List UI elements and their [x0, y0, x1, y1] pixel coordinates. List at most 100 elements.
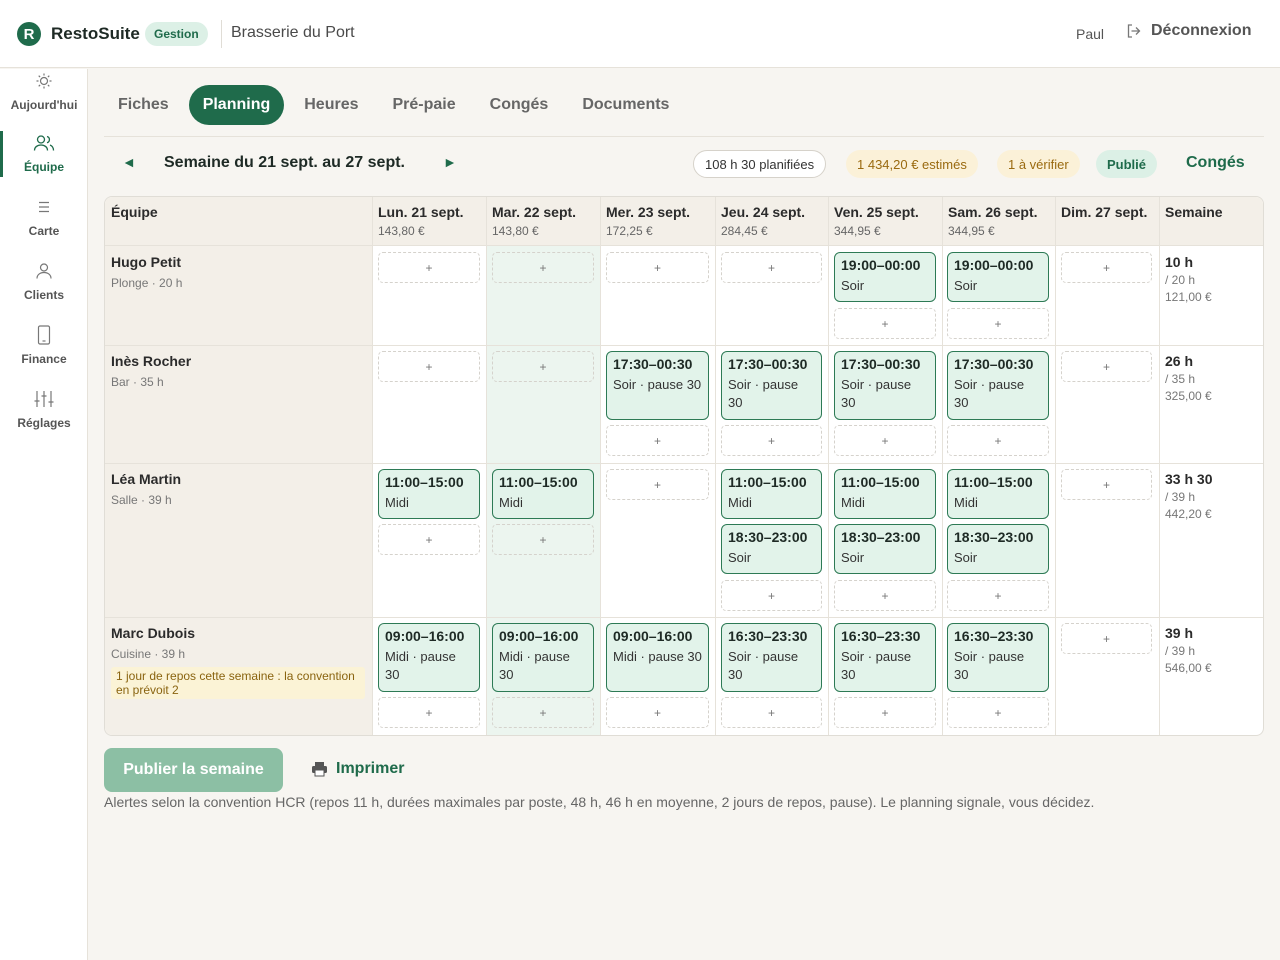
tab-conges[interactable]: Congés	[476, 85, 563, 125]
tab-pre-paie[interactable]: Pré-paie	[379, 85, 470, 125]
shift-card[interactable]: 17:30–00:30 Soir · pause 30	[606, 351, 709, 420]
shift-card[interactable]: 11:00–15:00 Midi	[721, 469, 822, 519]
employee-cell[interactable]: Inès Rocher Bar · 35 h	[105, 345, 372, 463]
shift-card[interactable]: 11:00–15:00 Midi	[834, 469, 936, 519]
shift-card[interactable]: 19:00–00:00 Soir	[834, 252, 936, 302]
to-verify-chip[interactable]: 1 à vérifier	[997, 150, 1080, 178]
add-shift-button[interactable]: +	[721, 697, 822, 728]
team-column-header: Équipe	[105, 197, 372, 246]
shift-card[interactable]: 09:00–16:00 Midi · pause 30	[606, 623, 709, 692]
logout-button[interactable]: Déconnexion	[1126, 22, 1251, 40]
add-shift-button[interactable]: +	[947, 308, 1049, 339]
add-shift-button[interactable]: +	[947, 580, 1049, 611]
tab-planning[interactable]: Planning	[188, 85, 285, 125]
logout-label: Déconnexion	[1151, 22, 1252, 39]
sidebar-item-today[interactable]: Aujourd'hui	[0, 69, 88, 117]
sidebar-item-clients[interactable]: Clients	[0, 259, 88, 307]
shift-card[interactable]: 17:30–00:30 Soir · pause 30	[834, 351, 936, 420]
day-header: Jeu. 24 sept. 284,45 €	[715, 197, 828, 246]
shift-card[interactable]: 11:00–15:00 Midi	[492, 469, 594, 519]
next-week-button[interactable]: ►	[443, 154, 457, 170]
employee-name: Marc Dubois	[111, 625, 196, 641]
publish-week-button[interactable]: Publier la semaine	[104, 748, 283, 792]
day-header: Mar. 22 sept. 143,80 €	[486, 197, 600, 246]
add-shift-button[interactable]: +	[378, 252, 480, 283]
add-shift-button[interactable]: +	[606, 697, 709, 728]
convention-note: Alertes selon la convention HCR (repos 1…	[104, 794, 1095, 810]
add-shift-button[interactable]: +	[834, 580, 936, 611]
phone-icon	[37, 325, 51, 345]
add-shift-button[interactable]: +	[947, 425, 1049, 456]
add-shift-button[interactable]: +	[606, 425, 709, 456]
sidebar-item-label: Finance	[21, 352, 67, 366]
shift-card[interactable]: 16:30–23:30 Soir · pause 30	[947, 623, 1049, 692]
employee-cell[interactable]: Hugo Petit Plonge · 20 h	[105, 246, 372, 345]
shift-card[interactable]: 19:00–00:00 Soir	[947, 252, 1049, 302]
conges-link[interactable]: Congés	[1186, 154, 1245, 172]
printer-icon	[312, 762, 327, 777]
shift-card[interactable]: 09:00–16:00 Midi · pause 30	[492, 623, 594, 692]
add-shift-button[interactable]: +	[1061, 351, 1152, 382]
sun-icon	[36, 73, 52, 89]
week-column-header: Semaine	[1159, 197, 1263, 246]
logout-icon	[1127, 24, 1141, 38]
sidebar-item-team[interactable]: Équipe	[0, 131, 88, 179]
shift-card[interactable]: 16:30–23:30 Soir · pause 30	[721, 623, 822, 692]
tab-documents[interactable]: Documents	[568, 85, 683, 125]
employee-cell[interactable]: Marc Dubois Cuisine · 39 h 1 jour de rep…	[105, 617, 372, 735]
tab-fiches[interactable]: Fiches	[104, 85, 183, 125]
add-shift-button[interactable]: +	[606, 252, 709, 283]
top-bar: R RestoSuite Gestion Brasserie du Port P…	[0, 0, 1280, 68]
add-shift-button[interactable]: +	[378, 524, 480, 555]
user-icon	[36, 263, 52, 279]
add-shift-button[interactable]: +	[492, 351, 594, 382]
tabs-divider	[104, 136, 1264, 137]
previous-week-button[interactable]: ◄	[122, 154, 136, 170]
logo-icon[interactable]: R	[17, 22, 41, 46]
add-shift-button[interactable]: +	[492, 252, 594, 283]
sidebar-item-finance[interactable]: Finance	[0, 323, 88, 371]
shift-card[interactable]: 18:30–23:00 Soir	[834, 524, 936, 574]
week-summary: 26 h / 35 h 325,00 €	[1165, 353, 1212, 403]
shift-card[interactable]: 17:30–00:30 Soir · pause 30	[721, 351, 822, 420]
estimated-cost-chip: 1 434,20 € estimés	[846, 150, 978, 178]
add-shift-button[interactable]: +	[721, 425, 822, 456]
add-shift-button[interactable]: +	[1061, 252, 1152, 283]
add-shift-button[interactable]: +	[947, 697, 1049, 728]
rest-day-alert: 1 jour de repos cette semaine : la conve…	[111, 667, 365, 699]
add-shift-button[interactable]: +	[492, 524, 594, 555]
shift-card[interactable]: 18:30–23:00 Soir	[721, 524, 822, 574]
employee-role: Plonge · 20 h	[111, 276, 183, 290]
add-shift-button[interactable]: +	[492, 697, 594, 728]
print-button[interactable]: Imprimer	[311, 760, 404, 778]
app-name[interactable]: RestoSuite	[51, 24, 140, 44]
planning-grid: Équipe Lun. 21 sept. 143,80 € Mar. 22 sep…	[104, 196, 1264, 736]
add-shift-button[interactable]: +	[721, 580, 822, 611]
mode-badge: Gestion	[145, 22, 208, 46]
user-name: Paul	[1076, 26, 1105, 42]
shift-card[interactable]: 11:00–15:00 Midi	[378, 469, 480, 519]
employee-cell[interactable]: Léa Martin Salle · 39 h	[105, 463, 372, 617]
add-shift-button[interactable]: +	[378, 351, 480, 382]
sliders-icon	[34, 391, 54, 407]
add-shift-button[interactable]: +	[834, 425, 936, 456]
sidebar-item-menu[interactable]: Carte	[0, 195, 88, 243]
day-header: Lun. 21 sept. 143,80 €	[372, 197, 486, 246]
add-shift-button[interactable]: +	[378, 697, 480, 728]
sidebar-item-settings[interactable]: Réglages	[0, 387, 88, 435]
shift-card[interactable]: 18:30–23:00 Soir	[947, 524, 1049, 574]
shift-card[interactable]: 11:00–15:00 Midi	[947, 469, 1049, 519]
add-shift-button[interactable]: +	[721, 252, 822, 283]
shift-card[interactable]: 09:00–16:00 Midi · pause 30	[378, 623, 480, 692]
add-shift-button[interactable]: +	[1061, 623, 1152, 654]
add-shift-button[interactable]: +	[834, 308, 936, 339]
add-shift-button[interactable]: +	[834, 697, 936, 728]
shift-card[interactable]: 16:30–23:30 Soir · pause 30	[834, 623, 936, 692]
tab-heures[interactable]: Heures	[290, 85, 372, 125]
add-shift-button[interactable]: +	[1061, 469, 1152, 500]
add-shift-button[interactable]: +	[606, 469, 709, 500]
shift-card[interactable]: 17:30–00:30 Soir · pause 30	[947, 351, 1049, 420]
day-header: Ven. 25 sept. 344,95 €	[828, 197, 942, 246]
menu-list-icon	[39, 201, 49, 213]
day-header: Dim. 27 sept.	[1055, 197, 1159, 246]
